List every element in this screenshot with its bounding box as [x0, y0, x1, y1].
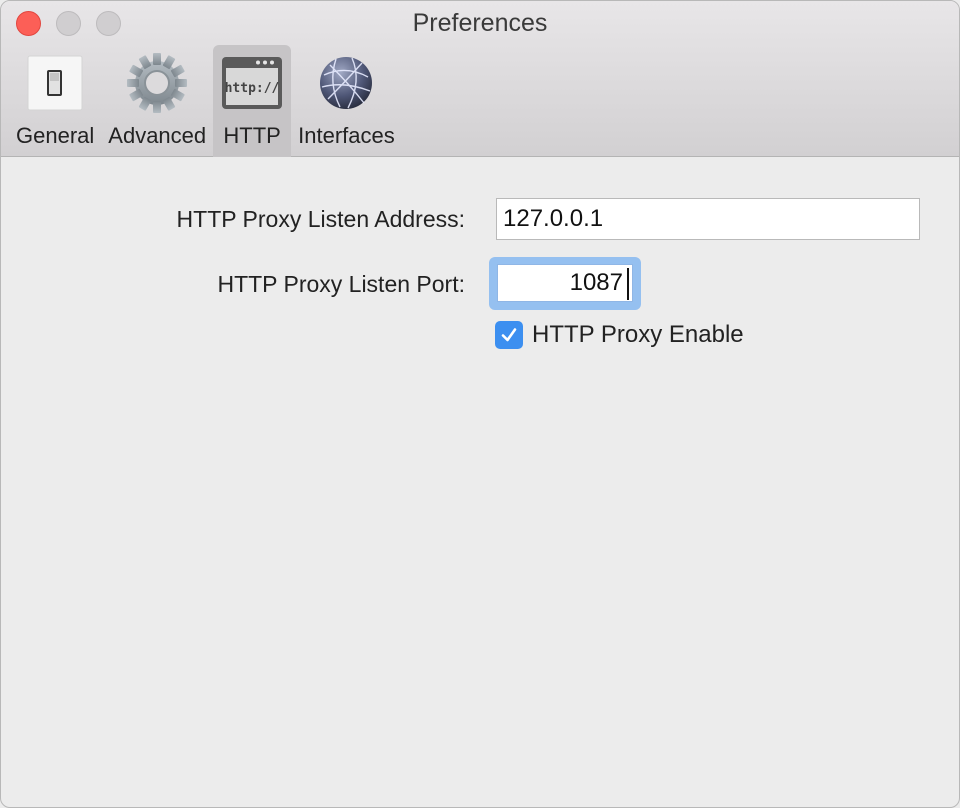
http-proxy-enable-row[interactable]: HTTP Proxy Enable — [495, 321, 744, 349]
http-proxy-enable-label: HTTP Proxy Enable — [532, 321, 744, 348]
http-window-icon: http:// — [220, 51, 284, 115]
gear-icon — [125, 51, 189, 115]
preferences-window: Preferences General Advanced http:// HTT… — [0, 0, 960, 808]
titlebar: Preferences General Advanced http:// HTT… — [1, 1, 959, 157]
address-label: HTTP Proxy Listen Address: — [176, 206, 465, 232]
tab-http-label: HTTP — [223, 123, 281, 148]
http-settings-pane: HTTP Proxy Listen Address: HTTP Proxy Li… — [1, 158, 959, 807]
switch-icon — [23, 51, 87, 115]
text-caret — [627, 268, 629, 300]
checkmark-icon — [501, 328, 517, 342]
globe-network-icon — [314, 51, 378, 115]
tab-advanced-label: Advanced — [108, 123, 207, 148]
port-label: HTTP Proxy Listen Port: — [217, 271, 465, 297]
tab-interfaces[interactable]: Interfaces — [291, 45, 402, 157]
http-proxy-enable-checkbox[interactable] — [495, 321, 523, 349]
tab-general-label: General — [16, 123, 95, 148]
tab-http[interactable]: http:// HTTP — [213, 45, 292, 157]
window-title: Preferences — [412, 9, 548, 37]
svg-text:http://: http:// — [225, 81, 280, 96]
listen-port-input[interactable] — [497, 264, 633, 302]
tab-interfaces-label: Interfaces — [298, 123, 395, 148]
tab-general[interactable]: General — [9, 45, 101, 157]
toolbar-tabs: General Advanced http:// HTTP Interfaces — [9, 45, 402, 157]
tab-advanced[interactable]: Advanced — [101, 45, 213, 157]
listen-address-input[interactable] — [496, 198, 920, 240]
